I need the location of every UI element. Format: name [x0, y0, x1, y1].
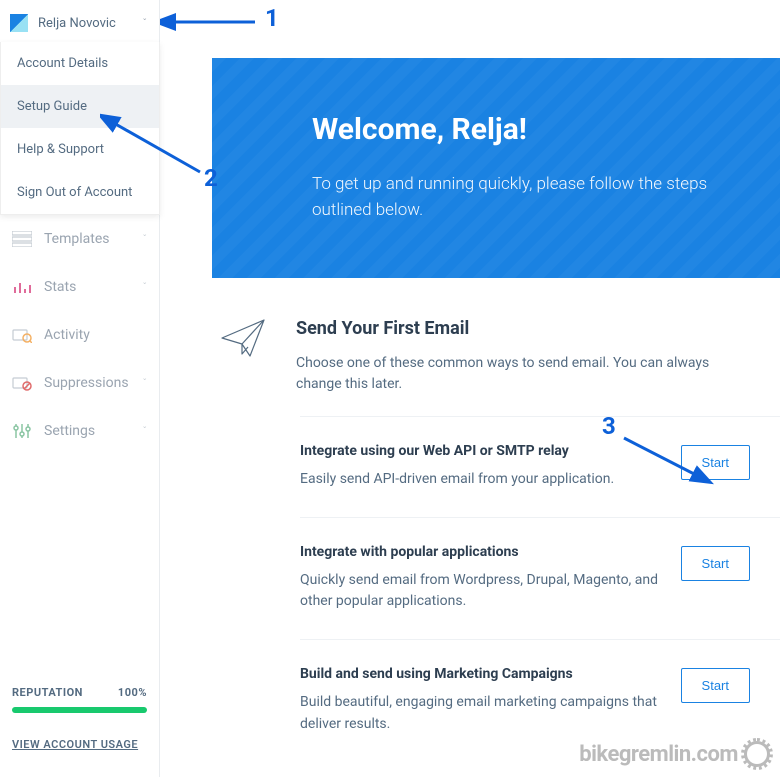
- nav-label: Stats: [44, 279, 131, 295]
- start-button-apps[interactable]: Start: [681, 546, 750, 581]
- hero-title: Welcome, Relja!: [312, 112, 726, 147]
- user-name: Relja Novovic: [38, 16, 133, 31]
- nav-suppressions[interactable]: Suppressions ˇ: [0, 359, 159, 407]
- watermark-text: bikegremlin.com: [579, 742, 738, 767]
- reputation-label: REPUTATION: [12, 686, 83, 699]
- task-integrate-apps: Integrate with popular applications Quic…: [300, 517, 780, 639]
- task-title: Build and send using Marketing Campaigns: [300, 666, 661, 682]
- nav-templates[interactable]: Templates ˇ: [0, 215, 159, 263]
- stats-icon: [12, 279, 32, 295]
- first-email-section: Send Your First Email Choose one of thes…: [212, 278, 780, 416]
- chevron-down-icon: ˇ: [143, 282, 147, 293]
- annotation-arrow-3: [614, 428, 714, 488]
- dropdown-account-details[interactable]: Account Details: [1, 42, 159, 85]
- view-account-usage-link[interactable]: VIEW ACCOUNT USAGE: [12, 738, 138, 765]
- nav-label: Settings: [44, 423, 131, 439]
- activity-icon: [12, 327, 32, 343]
- settings-icon: [12, 423, 32, 439]
- annotation-arrow-1: [160, 10, 260, 40]
- task-title: Integrate with popular applications: [300, 544, 661, 560]
- reputation-value: 100%: [118, 686, 147, 699]
- templates-icon: [12, 231, 32, 247]
- hero-banner: Welcome, Relja! To get up and running qu…: [212, 58, 780, 278]
- task-description: Quickly send email from Wordpress, Drupa…: [300, 570, 661, 613]
- nav-label: Activity: [44, 327, 147, 343]
- nav-stats[interactable]: Stats ˇ: [0, 263, 159, 311]
- annotation-number-3: 3: [602, 412, 616, 440]
- section-description: Choose one of these common ways to send …: [296, 353, 780, 396]
- gear-icon: [744, 741, 770, 767]
- suppressions-icon: [12, 375, 32, 391]
- nav-label: Suppressions: [44, 375, 131, 391]
- chevron-down-icon: ˇ: [143, 18, 147, 29]
- section-title: Send Your First Email: [296, 318, 780, 339]
- nav-activity[interactable]: Activity: [0, 311, 159, 359]
- annotation-number-1: 1: [265, 4, 279, 32]
- hero-subtitle: To get up and running quickly, please fo…: [312, 171, 726, 224]
- user-menu-trigger[interactable]: Relja Novovic ˇ: [0, 6, 159, 40]
- chevron-down-icon: ˇ: [143, 378, 147, 389]
- paper-plane-icon: [220, 318, 266, 358]
- chevron-down-icon: ˇ: [143, 426, 147, 437]
- annotation-arrow-2: [100, 112, 210, 182]
- main-content: Welcome, Relja! To get up and running qu…: [160, 0, 780, 777]
- reputation-bar: [12, 707, 147, 713]
- sidebar-footer: REPUTATION 100% VIEW ACCOUNT USAGE: [0, 674, 159, 777]
- watermark: bikegremlin.com: [579, 741, 770, 767]
- task-title: Integrate using our Web API or SMTP rela…: [300, 443, 661, 459]
- start-button-campaigns[interactable]: Start: [681, 668, 750, 703]
- chevron-down-icon: ˇ: [143, 234, 147, 245]
- annotation-number-2: 2: [204, 164, 218, 192]
- logo-icon: [10, 14, 28, 32]
- task-description: Build beautiful, engaging email marketin…: [300, 692, 661, 735]
- nav-label: Templates: [44, 231, 131, 247]
- task-description: Easily send API-driven email from your a…: [300, 469, 661, 491]
- nav-settings[interactable]: Settings ˇ: [0, 407, 159, 455]
- sidebar-nav: Templates ˇ Stats ˇ Activity Suppression…: [0, 215, 159, 455]
